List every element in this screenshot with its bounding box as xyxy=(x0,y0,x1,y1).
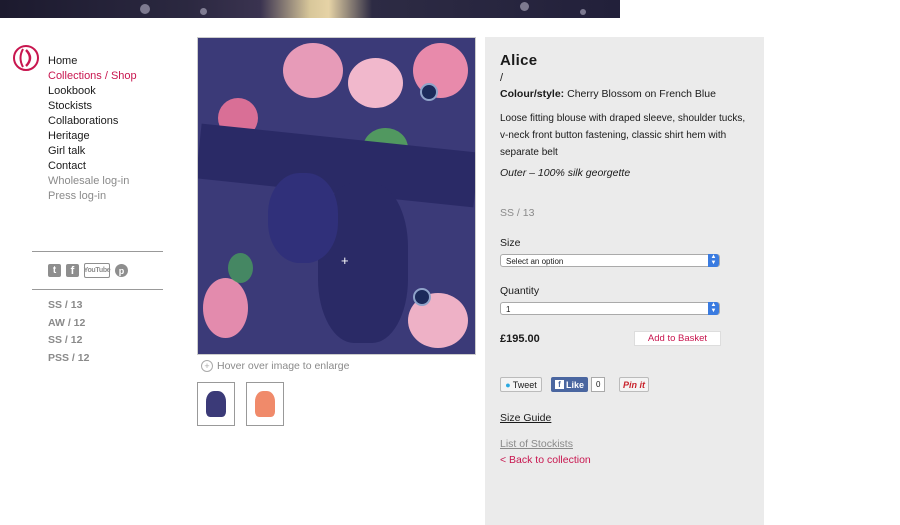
thumbnail-blue[interactable] xyxy=(197,382,235,426)
hover-hint: + Hover over image to enlarge xyxy=(201,360,350,372)
nav-item-heritage[interactable]: Heritage xyxy=(48,129,137,144)
divider xyxy=(32,289,163,290)
nav-item-lookbook[interactable]: Lookbook xyxy=(48,84,137,99)
stockists-link[interactable]: List of Stockists xyxy=(500,438,573,450)
title-separator: / xyxy=(500,72,504,84)
social-links: t f YouTube p xyxy=(48,263,128,278)
size-guide-link[interactable]: Size Guide xyxy=(500,412,551,424)
fabric-composition: Outer – 100% silk georgette xyxy=(500,167,631,179)
thumbnail-coral[interactable] xyxy=(246,382,284,426)
colour-style-value: Cherry Blossom on French Blue xyxy=(567,88,716,100)
product-season: SS / 13 xyxy=(500,207,535,219)
pin-it-button[interactable]: Pin it xyxy=(619,377,649,392)
tweet-label: Tweet xyxy=(512,379,537,390)
brand-logo[interactable] xyxy=(12,44,40,72)
season-link-ss12[interactable]: SS / 12 xyxy=(48,332,89,350)
like-count: 0 xyxy=(591,377,606,392)
nav-item-collections-shop[interactable]: Collections / Shop xyxy=(48,69,137,84)
product-details-panel: Alice / Colour/style: Cherry Blossom on … xyxy=(485,37,764,525)
quantity-select-value: 1 xyxy=(506,305,511,314)
select-arrows-icon: ▲ ▼ xyxy=(708,254,719,267)
season-link-pss12[interactable]: PSS / 12 xyxy=(48,350,89,368)
back-to-collection-link[interactable]: < Back to collection xyxy=(500,454,591,466)
main-nav: Home Collections / Shop Lookbook Stockis… xyxy=(48,54,137,204)
quantity-label: Quantity xyxy=(500,285,540,297)
nav-item-press-login[interactable]: Press log-in xyxy=(48,189,137,204)
season-link-ss13[interactable]: SS / 13 xyxy=(48,297,89,315)
product-description: Loose fitting blouse with draped sleeve,… xyxy=(500,113,746,158)
nav-item-girl-talk[interactable]: Girl talk xyxy=(48,144,137,159)
facebook-like-button[interactable]: f Like xyxy=(551,377,589,392)
nav-item-stockists[interactable]: Stockists xyxy=(48,99,137,114)
colour-style: Colour/style: Cherry Blossom on French B… xyxy=(500,88,716,100)
product-price: £195.00 xyxy=(500,333,540,345)
zoom-plus-icon: + xyxy=(201,360,213,372)
size-select-value: Select an option xyxy=(506,257,564,266)
nav-item-home[interactable]: Home xyxy=(48,54,137,69)
size-label: Size xyxy=(500,237,521,249)
hero-image-strip xyxy=(0,0,620,18)
like-label: Like xyxy=(566,379,585,390)
twitter-icon[interactable]: t xyxy=(48,264,61,277)
product-title: Alice xyxy=(500,52,538,69)
facebook-icon: f xyxy=(555,380,564,389)
tweet-button[interactable]: ● Tweet xyxy=(500,377,542,392)
nav-item-contact[interactable]: Contact xyxy=(48,159,137,174)
nav-item-wholesale-login[interactable]: Wholesale log-in xyxy=(48,174,137,189)
facebook-icon[interactable]: f xyxy=(66,264,79,277)
twitter-bird-icon: ● xyxy=(505,379,511,390)
select-arrows-icon: ▲ ▼ xyxy=(708,302,719,315)
hover-hint-text: Hover over image to enlarge xyxy=(217,360,350,372)
facebook-like[interactable]: f Like 0 xyxy=(551,377,606,392)
pinterest-icon[interactable]: p xyxy=(115,264,128,277)
quantity-select[interactable]: 1 ▲ ▼ xyxy=(500,302,720,315)
colour-style-label: Colour/style: xyxy=(500,88,565,100)
season-list: SS / 13 AW / 12 SS / 12 PSS / 12 xyxy=(48,297,89,367)
add-to-basket-button[interactable]: Add to Basket xyxy=(634,331,721,346)
crosshair-cursor-icon: + xyxy=(341,253,349,268)
season-link-aw12[interactable]: AW / 12 xyxy=(48,315,89,333)
nav-item-collaborations[interactable]: Collaborations xyxy=(48,114,137,129)
youtube-icon[interactable]: YouTube xyxy=(84,263,111,278)
product-main-image[interactable]: + xyxy=(197,37,476,355)
divider xyxy=(32,251,163,252)
size-select[interactable]: Select an option ▲ ▼ xyxy=(500,254,720,267)
